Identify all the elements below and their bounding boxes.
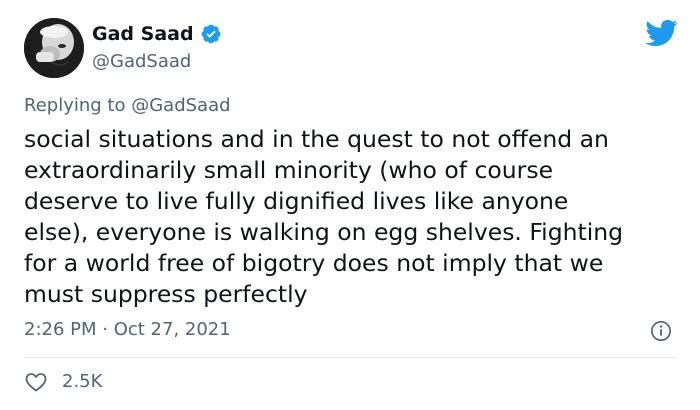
avatar[interactable] bbox=[24, 18, 84, 78]
tweet-card: Gad Saad @GadSaad Replying to @GadSaad s… bbox=[0, 0, 700, 410]
author-name-row: Gad Saad bbox=[92, 22, 222, 46]
author-handle[interactable]: @GadSaad bbox=[92, 50, 191, 74]
reply-context: Replying to @GadSaad bbox=[24, 94, 231, 118]
reply-prefix: Replying to bbox=[24, 95, 126, 116]
tweet-timestamp[interactable]: 2:26 PM · Oct 27, 2021 bbox=[24, 318, 231, 342]
tweet-text: social situations and in the quest to no… bbox=[24, 125, 624, 308]
like-action[interactable]: 2.5K bbox=[24, 370, 102, 394]
like-count: 2.5K bbox=[62, 371, 103, 392]
heart-icon[interactable] bbox=[24, 370, 48, 394]
avatar-image bbox=[24, 18, 84, 78]
reply-mention-link[interactable]: @GadSaad bbox=[131, 95, 230, 116]
divider bbox=[24, 357, 676, 358]
author-display-name[interactable]: Gad Saad bbox=[92, 22, 194, 46]
info-icon[interactable] bbox=[650, 320, 672, 342]
verified-badge-icon bbox=[200, 23, 222, 45]
twitter-bird-icon[interactable] bbox=[644, 18, 678, 48]
